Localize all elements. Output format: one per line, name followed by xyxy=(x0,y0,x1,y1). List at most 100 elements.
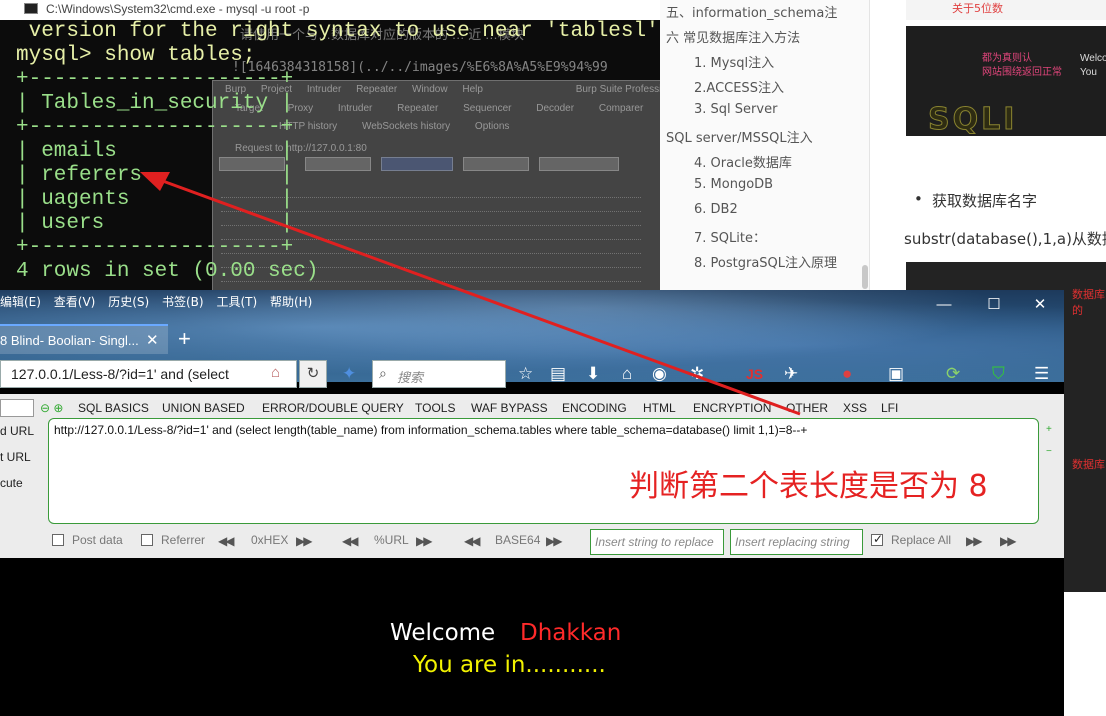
welcome-text: Welcome xyxy=(390,620,496,646)
bird-icon[interactable]: ✦ xyxy=(342,364,356,384)
record-icon[interactable]: ● xyxy=(842,364,852,384)
article-substr-text: substr(database(),1,a)从数据 xyxy=(904,230,1106,248)
hackbar-collapse-icon[interactable]: − xyxy=(1046,446,1056,457)
toc-item[interactable]: 1. Mysql注入 xyxy=(694,52,774,71)
replace-undo-icon[interactable]: ▶▶ xyxy=(1000,534,1017,548)
reading-list-icon[interactable]: ▤ xyxy=(550,364,566,384)
execute-button[interactable]: cute xyxy=(0,476,23,490)
hackbar-menu-union-based[interactable]: UNION BASED xyxy=(162,401,245,415)
shield-icon[interactable]: ⛉ xyxy=(992,364,1005,384)
toc-item[interactable]: 六 常见数据库注入方法 xyxy=(666,27,800,46)
search-box[interactable]: ⌕ 搜索 xyxy=(372,360,506,388)
js-icon[interactable]: JS xyxy=(746,364,763,384)
toc-item[interactable]: 5. MongoDB xyxy=(694,177,773,192)
sync-icon[interactable]: ⟳ xyxy=(946,364,960,384)
hackbar-menu-error-double[interactable]: ERROR/DOUBLE QUERY xyxy=(262,401,404,415)
cmd-icon xyxy=(24,3,38,14)
clipboard-icon[interactable]: ▣ xyxy=(888,364,904,384)
toc-item[interactable]: 五、information_schema注 xyxy=(666,2,837,21)
post-data-checkbox[interactable] xyxy=(52,534,64,546)
reload-button[interactable]: ↻ xyxy=(299,360,327,388)
toc-item[interactable]: 3. Sql Server xyxy=(694,102,777,117)
hackbar-menu-lfi[interactable]: LFI xyxy=(881,401,898,415)
home-toolbar-icon[interactable]: ⌂ xyxy=(622,364,632,384)
hackbar-menu-xss[interactable]: XSS xyxy=(843,401,867,415)
cmd-window: C:\Windows\System32\cmd.exe - mysql -u r… xyxy=(0,0,660,292)
replace-go-icon[interactable]: ▶▶ xyxy=(966,534,983,548)
table-row: | uagents | xyxy=(16,188,294,211)
toc-item[interactable]: 2.ACCESS注入 xyxy=(694,77,784,96)
menu-tools[interactable]: 工具(T) xyxy=(216,295,257,309)
tab-close-icon[interactable]: ✕ xyxy=(146,331,159,349)
hackbar-menu-tools[interactable]: TOOLS xyxy=(415,401,455,415)
menu-history[interactable]: 历史(S) xyxy=(108,295,149,309)
menu-edit[interactable]: 编辑(E) xyxy=(0,295,41,309)
hex-encode-left-icon[interactable]: ◀◀ xyxy=(218,534,235,548)
base64-right-icon[interactable]: ▶▶ xyxy=(546,534,563,548)
cmd-titlebar: C:\Windows\System32\cmd.exe - mysql -u r… xyxy=(0,0,660,20)
insert-string-input[interactable]: Insert string to replace xyxy=(590,529,724,555)
bookmark-star-icon[interactable]: ☆ xyxy=(518,364,533,384)
toc-item[interactable]: 8. PostgraSQL注入原理 xyxy=(694,252,837,271)
menu-view[interactable]: 查看(V) xyxy=(54,295,96,309)
terminal-line: version for the right syntax to use near… xyxy=(28,20,659,43)
download-icon[interactable]: ⬇ xyxy=(586,364,600,384)
replace-all-checkbox[interactable] xyxy=(871,532,883,546)
palette-icon[interactable]: ✲ xyxy=(690,364,704,384)
hex-label: 0xHEX xyxy=(251,533,289,547)
hackbar-menu-encoding[interactable]: ENCODING xyxy=(562,401,627,415)
toc-scrollbar[interactable] xyxy=(862,265,868,289)
browser-tab[interactable]: 8 Blind- Boolian- Singl... ✕ xyxy=(0,324,168,354)
table-border: +--------------------+ xyxy=(16,236,294,259)
burp-menu-item: Intruder xyxy=(306,84,342,95)
search-placeholder: 搜索 xyxy=(397,370,424,385)
burp-action-button xyxy=(463,157,529,171)
new-tab-button[interactable]: + xyxy=(178,328,191,350)
tool-icon[interactable]: ✈ xyxy=(784,364,798,384)
base64-left-icon[interactable]: ◀◀ xyxy=(464,534,481,548)
burp-subtab: Options xyxy=(474,121,510,132)
hackbar-expand-icon[interactable]: + xyxy=(1046,424,1056,435)
hackbar-menu-encryption[interactable]: ENCRYPTION xyxy=(693,401,771,415)
hackbar-menu-waf-bypass[interactable]: WAF BYPASS xyxy=(471,401,548,415)
hamburger-menu-icon[interactable]: ☰ xyxy=(1034,364,1049,384)
burp-tab: Decoder xyxy=(536,103,575,114)
toc-item[interactable]: 6. DB2 xyxy=(694,202,738,217)
toc-item[interactable]: SQL server/MSSQL注入 xyxy=(666,127,813,146)
article-banner-text: 关于5位数 xyxy=(952,2,1003,15)
welcome-line-2: You xyxy=(1080,67,1097,78)
hackbar-url-value: http://127.0.0.1/Less-8/?id=1' and (sele… xyxy=(54,423,808,437)
load-url-button[interactable]: d URL xyxy=(0,424,34,438)
hackbar-menu-html[interactable]: HTML xyxy=(643,401,676,415)
pink-line-2: 网站围绕返回正常 xyxy=(982,67,1062,78)
address-bar[interactable]: 127.0.0.1/Less-8/?id=1' and (select ⌂ xyxy=(0,360,297,388)
article-banner: 关于5位数 xyxy=(906,0,1106,20)
menu-help[interactable]: 帮助(H) xyxy=(270,295,312,309)
url-encode-right-icon[interactable]: ▶▶ xyxy=(416,534,433,548)
menu-bookmarks[interactable]: 书签(B) xyxy=(162,295,204,309)
hackbar-add-icon[interactable]: ⊖ ⊕ xyxy=(40,401,63,415)
hex-encode-right-icon[interactable]: ▶▶ xyxy=(296,534,313,548)
search-icon: ⌕ xyxy=(379,365,387,381)
maximize-button[interactable]: ☐ xyxy=(984,296,1004,314)
toc-item[interactable]: 7. SQLite： xyxy=(694,227,766,246)
hackbar-menu-other[interactable]: OTHER xyxy=(786,401,828,415)
addon-icon[interactable]: ◉ xyxy=(652,364,667,384)
toc-item[interactable]: 4. Oracle数据库 xyxy=(694,152,792,171)
hackbar-menu-sql-basics[interactable]: SQL BASICS xyxy=(78,401,149,415)
split-url-button[interactable]: t URL xyxy=(0,450,31,464)
article-bullet-text: 获取数据库名字 xyxy=(932,192,1038,210)
replacing-string-input[interactable]: Insert replacing string xyxy=(730,529,863,555)
url-encode-left-icon[interactable]: ◀◀ xyxy=(342,534,359,548)
home-icon[interactable]: ⌂ xyxy=(271,364,280,381)
hackbar-url-textarea[interactable]: http://127.0.0.1/Less-8/?id=1' and (sele… xyxy=(48,418,1039,524)
status-message: You are in........... xyxy=(413,652,606,678)
burp-tab: Intruder xyxy=(337,103,373,114)
referrer-checkbox[interactable] xyxy=(141,534,153,546)
burp-intercept-button xyxy=(381,157,453,171)
article-screenshot-2-red: 数据库的 xyxy=(1072,288,1105,317)
close-window-button[interactable]: ✕ xyxy=(1030,296,1050,314)
minimize-button[interactable]: — xyxy=(934,296,954,314)
annotation-text: 判断第二个表长度是否为 8 xyxy=(629,469,988,504)
hackbar-select[interactable] xyxy=(0,399,34,417)
